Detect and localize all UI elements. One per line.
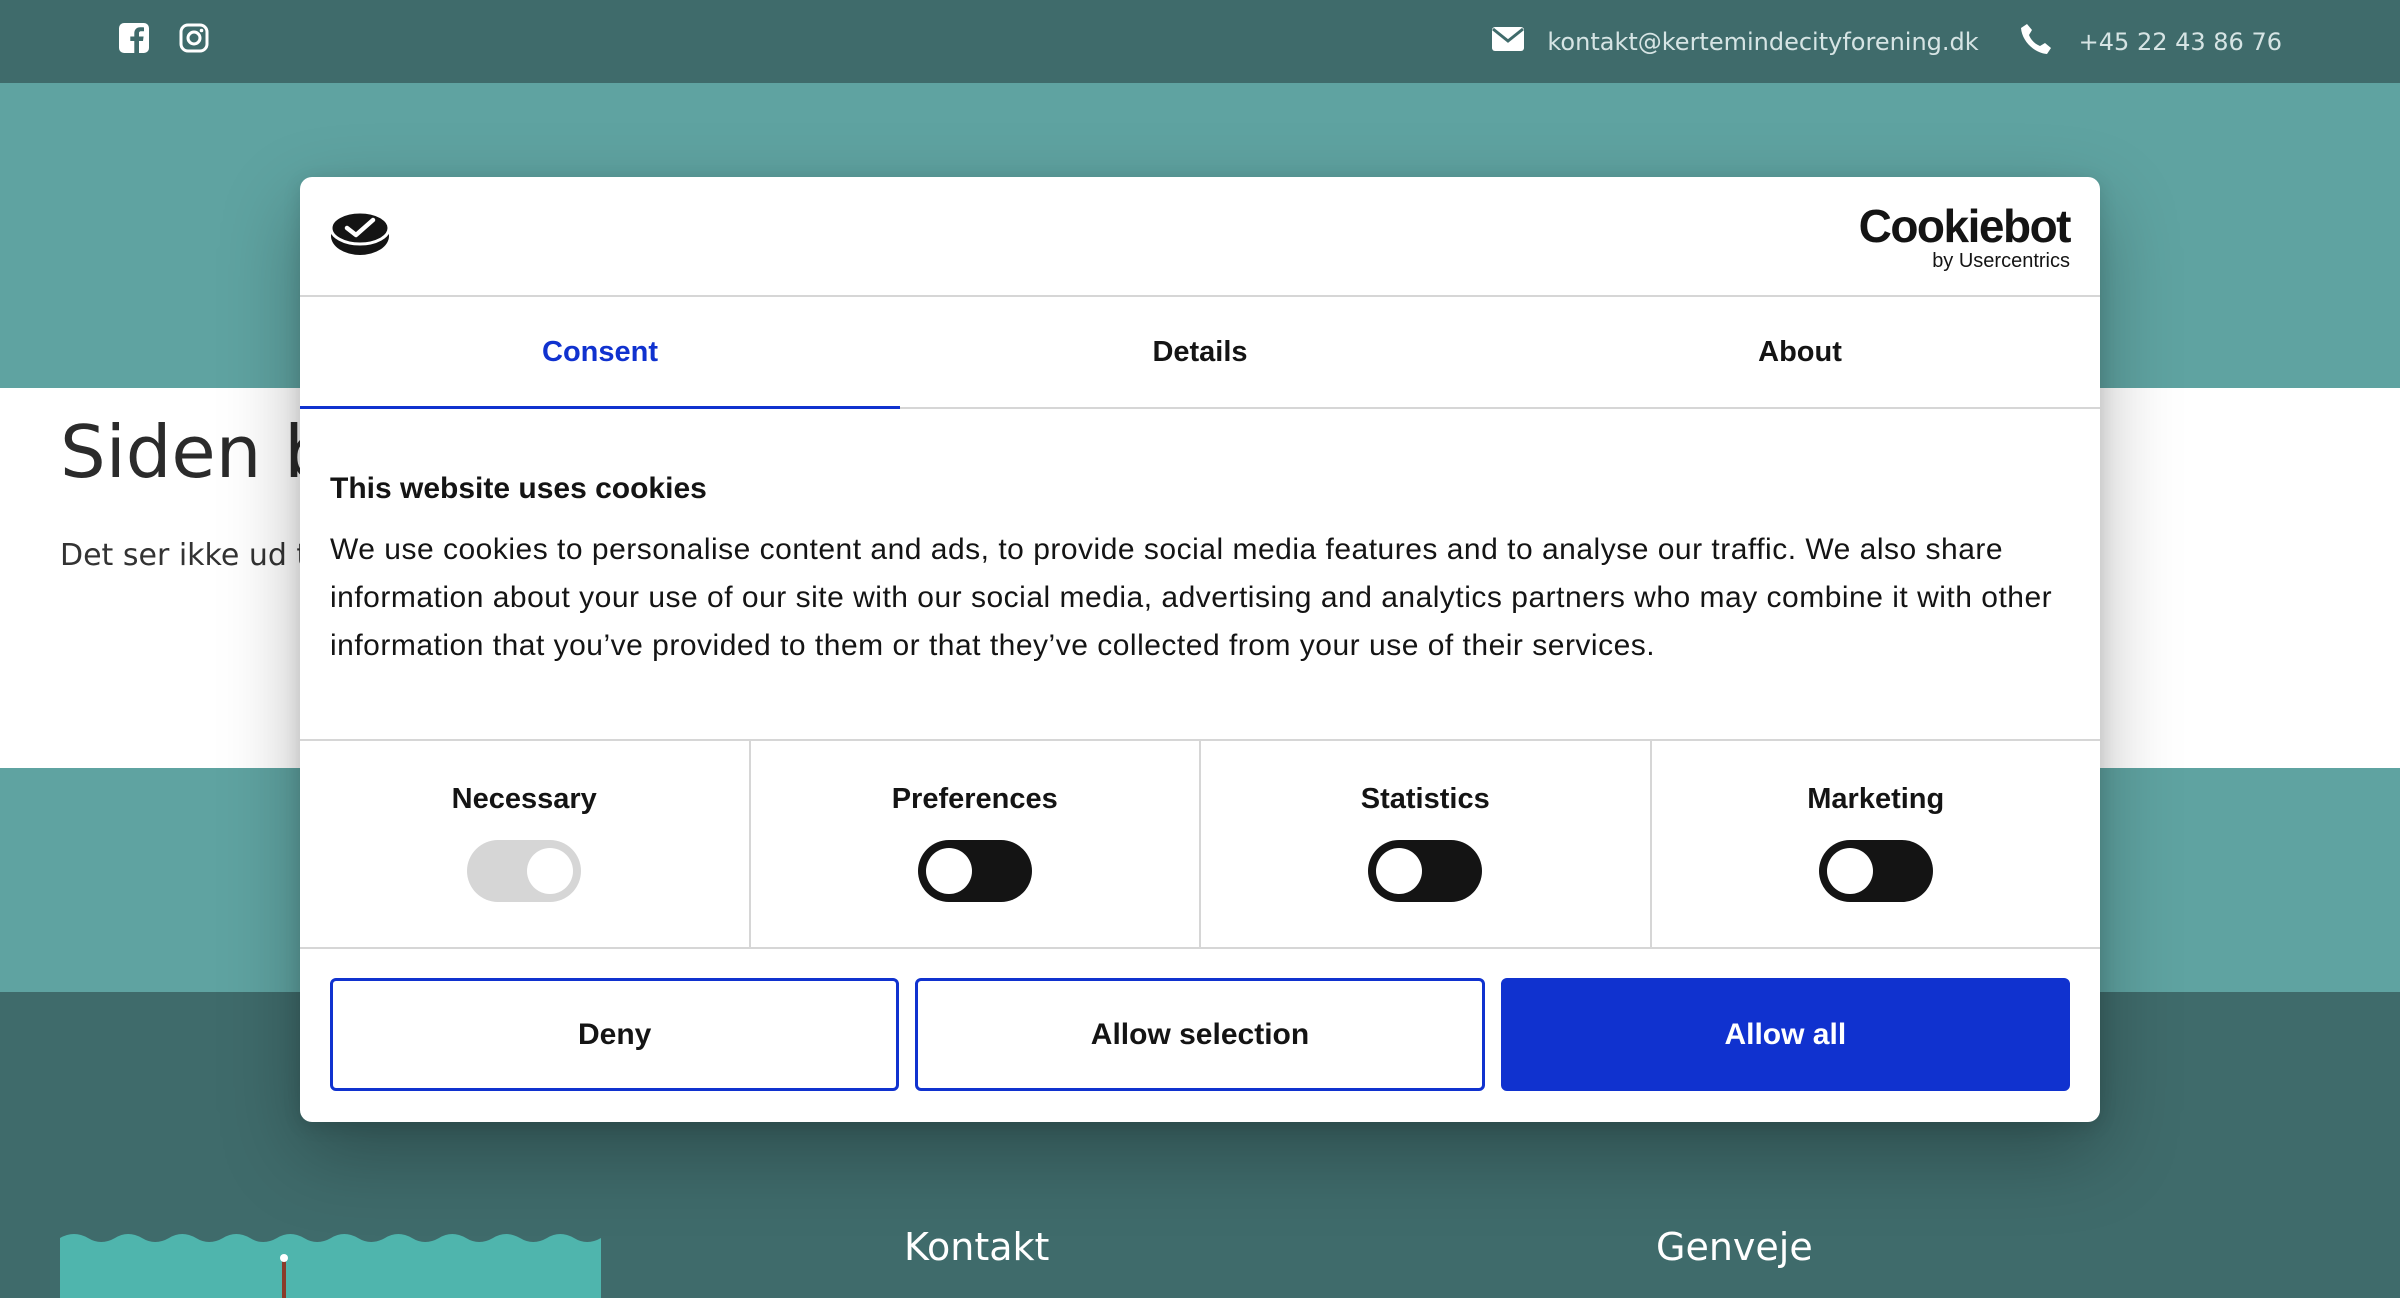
preferences-toggle[interactable] xyxy=(917,840,1032,902)
toggle-cell-marketing: Marketing xyxy=(1652,741,2101,947)
consent-body: We use cookies to personalise content an… xyxy=(330,533,2053,662)
statistics-toggle[interactable] xyxy=(1368,840,1483,902)
tab-consent[interactable]: Consent xyxy=(300,297,900,409)
consent-content: This website uses cookies We use cookies… xyxy=(330,472,2070,670)
allow-selection-button[interactable]: Allow selection xyxy=(915,978,1485,1091)
toggle-cell-preferences: Preferences xyxy=(751,741,1201,947)
brand-sub: by Usercentrics xyxy=(1932,250,2070,272)
cookie-category-toggles: Necessary Preferences Statistics Marketi… xyxy=(300,739,2100,949)
dialog-header: Cookiebot by Usercentrics xyxy=(300,177,2100,297)
brand-name: Cookiebot xyxy=(1858,200,2072,252)
toggle-label-statistics: Statistics xyxy=(1360,783,1490,815)
cookie-consent-dialog: Cookiebot by Usercentrics Consent Detail… xyxy=(300,177,2100,1122)
toggle-label-preferences: Preferences xyxy=(891,783,1058,815)
cookiebot-icon xyxy=(329,210,391,261)
toggle-label-necessary: Necessary xyxy=(451,783,597,815)
necessary-toggle xyxy=(467,840,582,902)
cookiebot-logo: Cookiebot by Usercentrics xyxy=(1858,200,2072,273)
deny-button[interactable]: Deny xyxy=(330,978,900,1091)
toggle-cell-statistics: Statistics xyxy=(1201,741,1652,947)
tab-about[interactable]: About xyxy=(1500,297,2100,407)
dialog-tabs: Consent Details About xyxy=(300,297,2100,409)
consent-title: This website uses cookies xyxy=(330,472,707,505)
marketing-toggle[interactable] xyxy=(1818,840,1933,902)
tab-details[interactable]: Details xyxy=(900,297,1500,407)
toggle-cell-necessary: Necessary xyxy=(300,741,751,947)
allow-all-button[interactable]: Allow all xyxy=(1500,978,2070,1091)
toggle-label-marketing: Marketing xyxy=(1807,783,1945,815)
dialog-actions: Deny Allow selection Allow all xyxy=(330,978,2070,1091)
